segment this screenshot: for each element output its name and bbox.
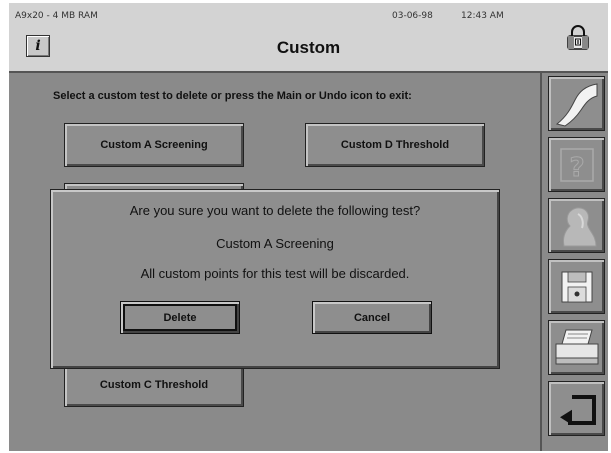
dialog-warning: All custom points for this test will be …: [140, 266, 410, 281]
main-panel: Select a custom test to delete or press …: [9, 73, 539, 451]
undo-button[interactable]: [548, 381, 605, 436]
test-button[interactable]: Custom A Screening: [64, 123, 244, 167]
undo-icon: [559, 394, 596, 425]
header-bar: A9x20 - 4 MB RAM 03-06-98 12:43 AM i Cus…: [9, 3, 608, 73]
test-button[interactable]: Custom C Threshold: [64, 363, 244, 407]
time-display: 12:43 AM: [461, 11, 504, 21]
svg-text:?: ?: [569, 153, 584, 183]
save-button[interactable]: [548, 259, 605, 314]
help-button[interactable]: ?: [548, 137, 605, 192]
patient-profile-icon: [562, 206, 597, 246]
sidebar: ?: [540, 73, 608, 451]
screen: A9x20 - 4 MB RAM 03-06-98 12:43 AM i Cus…: [9, 3, 608, 451]
dialog-question: Are you sure you want to delete the foll…: [129, 203, 421, 218]
main-icon: [555, 82, 597, 127]
device-info: A9x20 - 4 MB RAM: [15, 11, 98, 21]
confirm-dialog: Are you sure you want to delete the foll…: [50, 189, 500, 369]
page-title: Custom: [276, 38, 341, 57]
test-button[interactable]: Custom D Threshold: [305, 123, 485, 167]
lock-icon[interactable]: [566, 25, 590, 56]
print-button[interactable]: [548, 320, 605, 375]
cancel-button[interactable]: Cancel: [312, 301, 432, 334]
help-icon: ?: [559, 147, 594, 183]
date-display: 03-06-98: [392, 11, 433, 21]
delete-button[interactable]: Delete: [120, 301, 240, 334]
main-button[interactable]: [548, 76, 605, 131]
disk-icon: [561, 271, 592, 302]
patient-button[interactable]: [548, 198, 605, 253]
instruction-text: Select a custom test to delete or press …: [53, 90, 412, 102]
dialog-test-name: Custom A Screening: [216, 236, 334, 251]
printer-icon: [555, 329, 598, 364]
